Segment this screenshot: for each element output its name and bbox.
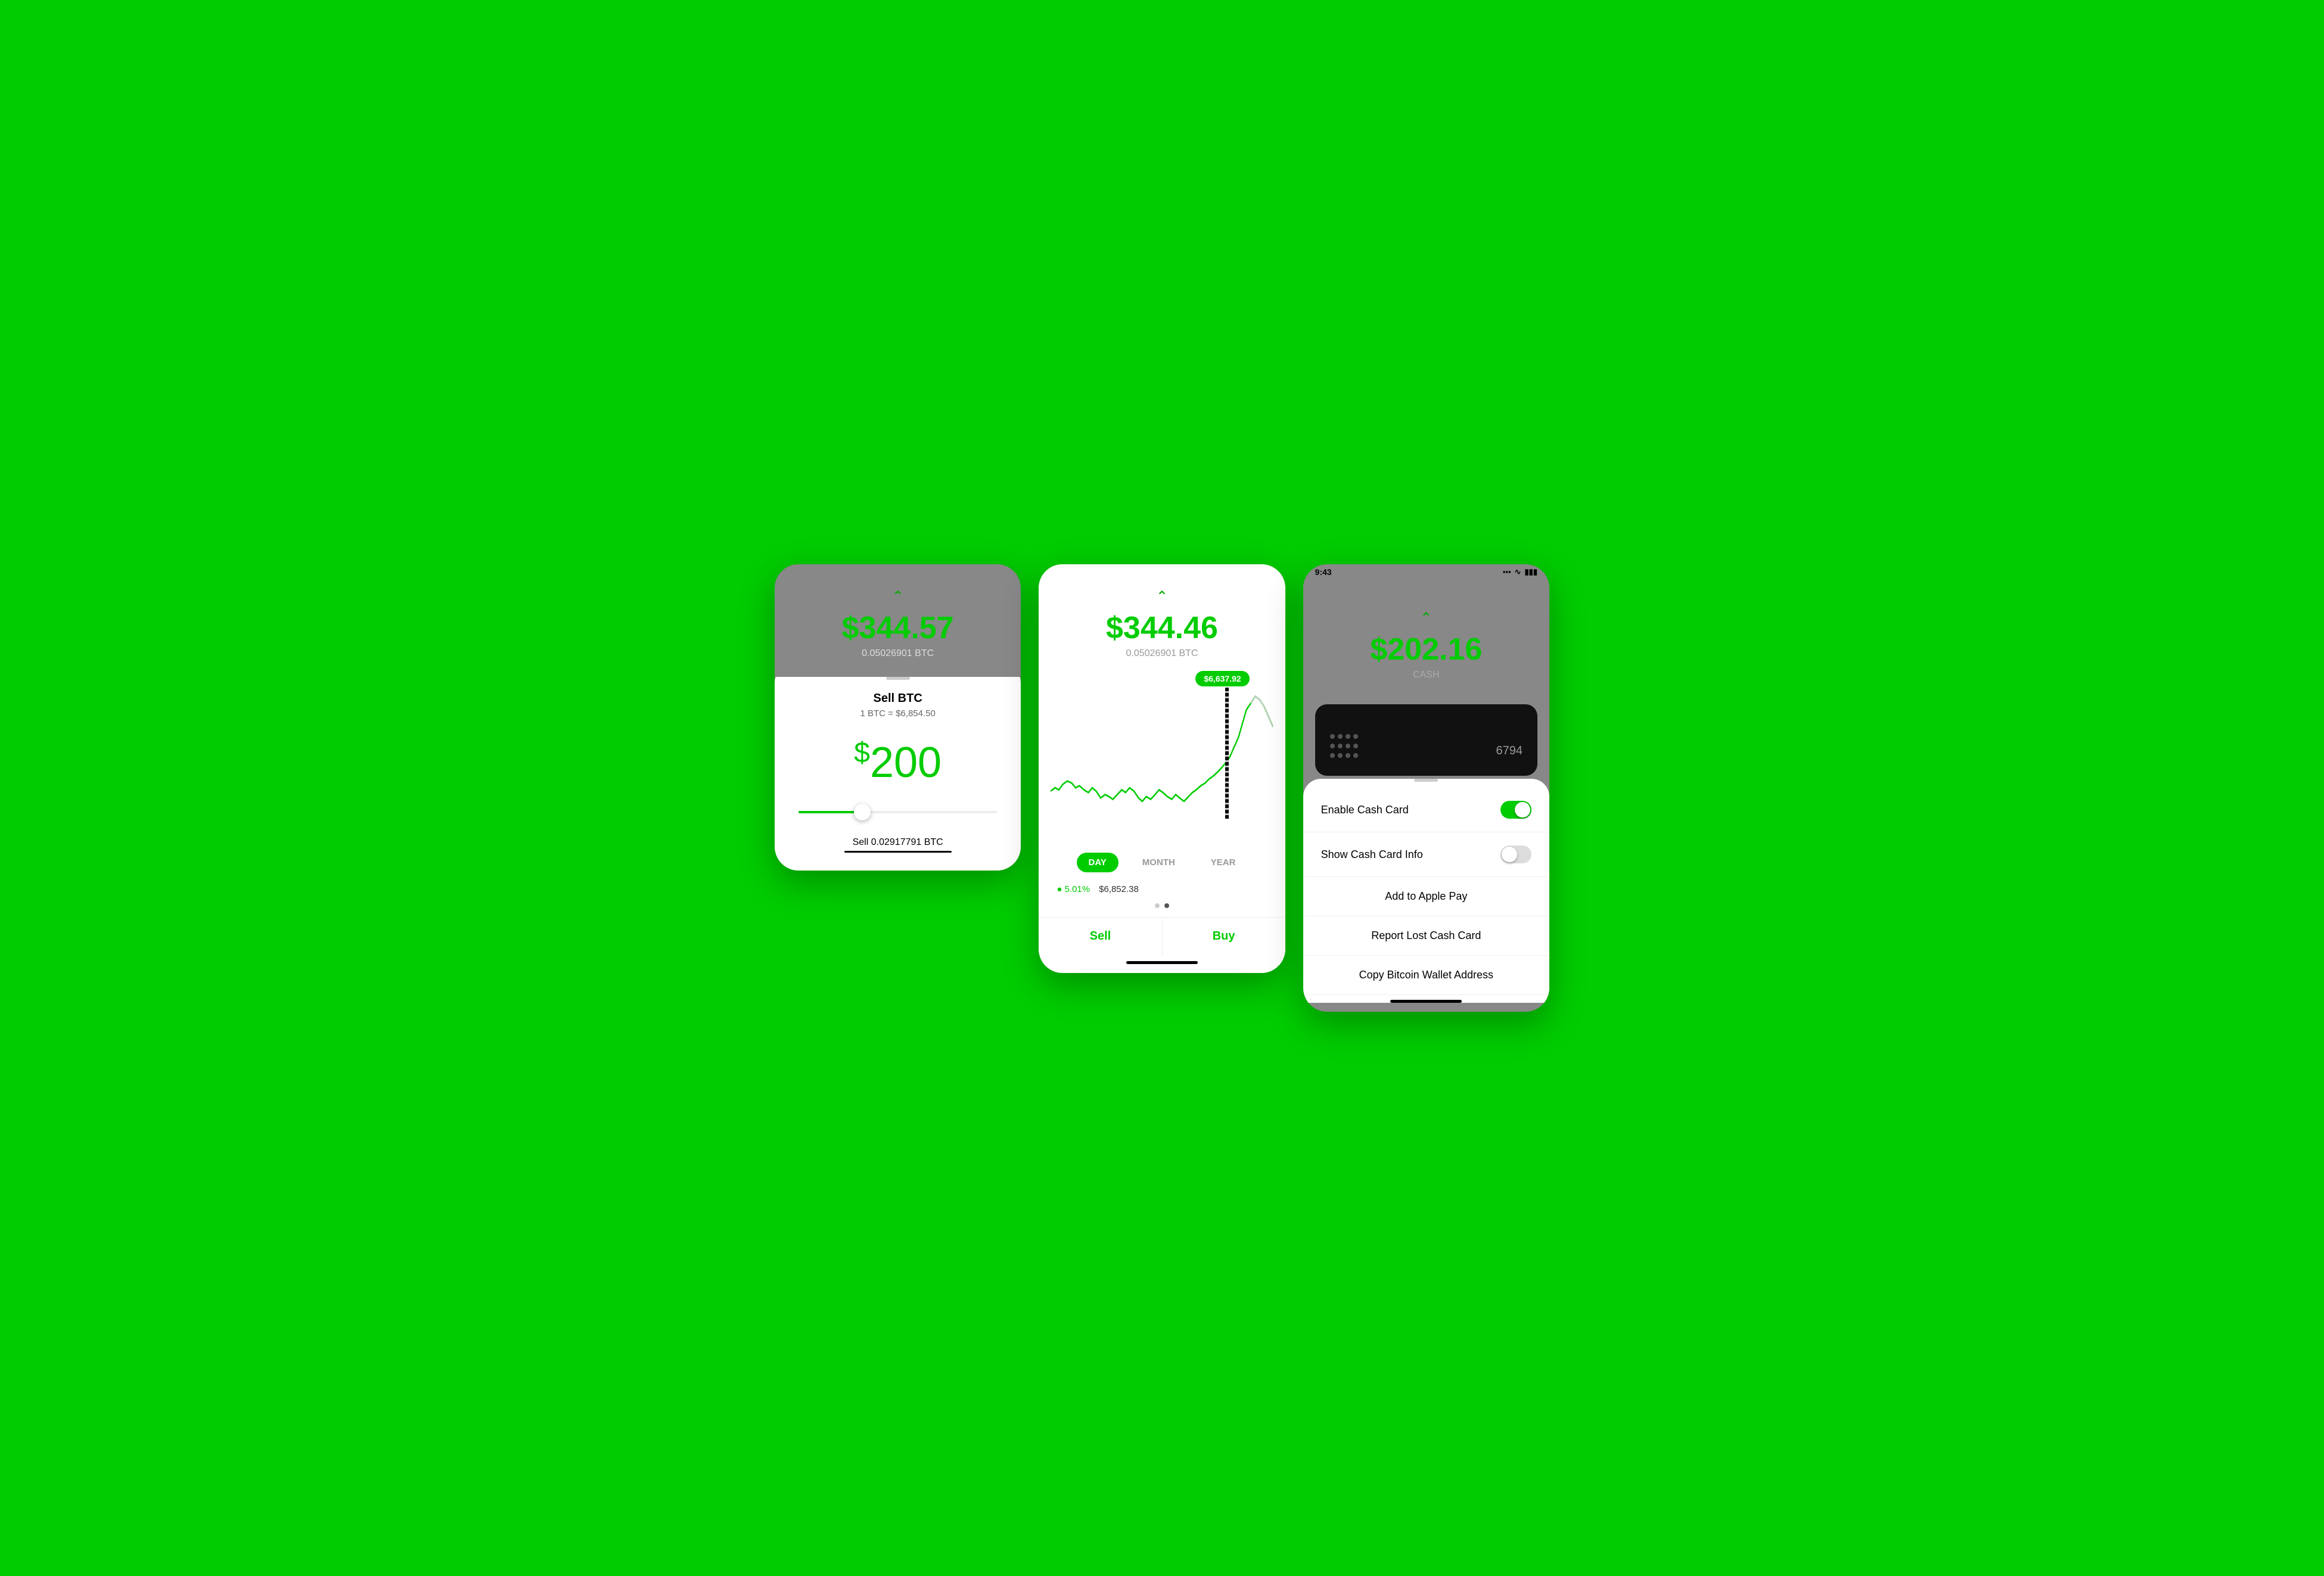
- card-dot: [1338, 753, 1343, 758]
- show-cash-card-info-label: Show Cash Card Info: [1321, 848, 1423, 861]
- dot-1: [1155, 903, 1160, 908]
- status-time: 9:43: [1315, 567, 1332, 577]
- dot-2: [1164, 903, 1169, 908]
- report-lost-card-item[interactable]: Report Lost Cash Card: [1303, 916, 1549, 956]
- screen2-top: ⌃ $344.46 0.05026901 BTC: [1039, 564, 1285, 671]
- screen-btc-chart: ⌃ $344.46 0.05026901 BTC $6,637.92 DAY M…: [1039, 564, 1285, 973]
- sell-bottom-sheet: Sell BTC 1 BTC = $6,854.50 $200 Sell 0.0…: [775, 665, 1021, 871]
- screen3-top: ⌃ $202.16 CASH: [1303, 580, 1549, 692]
- btc-chart-sub: 0.05026901 BTC: [1057, 648, 1267, 659]
- card-dot: [1353, 753, 1358, 758]
- dollar-sign: $: [854, 737, 870, 769]
- add-to-apple-pay-item[interactable]: Add to Apple Pay: [1303, 877, 1549, 916]
- show-cash-card-info-item[interactable]: Show Cash Card Info: [1303, 832, 1549, 877]
- card-dots-3: [1330, 753, 1358, 758]
- sell-title: Sell BTC: [793, 692, 1003, 705]
- enable-cash-card-label: Enable Cash Card: [1321, 804, 1409, 816]
- enable-cash-card-item[interactable]: Enable Cash Card: [1303, 788, 1549, 832]
- report-lost-card-label: Report Lost Cash Card: [1371, 930, 1481, 942]
- current-price: $6,852.38: [1099, 884, 1139, 894]
- card-dot: [1346, 753, 1350, 758]
- sell-btc-underline: [844, 851, 952, 853]
- card-dot: [1353, 744, 1358, 748]
- card-dot: [1353, 734, 1358, 739]
- home-indicator: [1126, 961, 1198, 964]
- chevron-up-icon3[interactable]: ⌃: [1321, 610, 1531, 627]
- slider-track: [799, 811, 997, 813]
- card-dot: [1330, 753, 1335, 758]
- change-pct: ● 5.01%: [1057, 884, 1090, 894]
- cash-card-display: 6794: [1315, 704, 1537, 776]
- slider-fill: [799, 811, 858, 813]
- add-to-apple-pay-label: Add to Apple Pay: [1385, 890, 1467, 903]
- sell-btc-label: Sell 0.02917791 BTC: [793, 831, 1003, 848]
- btc-chart-balance: $344.46: [1057, 611, 1267, 645]
- status-icons: ▪▪▪ ∿ ▮▮▮: [1503, 567, 1537, 577]
- card-dot: [1330, 744, 1335, 748]
- tab-month[interactable]: MONTH: [1130, 853, 1187, 872]
- copy-bitcoin-wallet-label: Copy Bitcoin Wallet Address: [1359, 969, 1493, 981]
- tab-day[interactable]: DAY: [1077, 853, 1118, 872]
- home-bar: [1390, 1000, 1462, 1003]
- copy-bitcoin-wallet-item[interactable]: Copy Bitcoin Wallet Address: [1303, 956, 1549, 995]
- signal-icon: ▪▪▪: [1503, 567, 1511, 576]
- sell-button[interactable]: Sell: [1039, 918, 1162, 955]
- card-dots-1: [1330, 734, 1358, 739]
- cash-label: CASH: [1321, 670, 1531, 680]
- cash-balance: $202.16: [1321, 633, 1531, 667]
- show-cash-card-info-toggle[interactable]: [1500, 845, 1531, 863]
- screen-cash-card: 9:43 ▪▪▪ ∿ ▮▮▮ ⌃ $202.16 CASH: [1303, 564, 1549, 1012]
- status-bar: 9:43 ▪▪▪ ∿ ▮▮▮: [1303, 564, 1549, 580]
- menu-sheet: Enable Cash Card Show Cash Card Info Add…: [1303, 779, 1549, 1003]
- sheet-handle: [886, 677, 910, 680]
- btc-balance-sub: 0.05026901 BTC: [793, 648, 1003, 659]
- card-dot: [1338, 734, 1343, 739]
- btc-chart-svg: [1051, 683, 1273, 832]
- buy-button[interactable]: Buy: [1163, 918, 1285, 955]
- time-tabs: DAY MONTH YEAR: [1039, 844, 1285, 881]
- card-dot: [1346, 734, 1350, 739]
- wifi-icon: ∿: [1515, 567, 1521, 577]
- chart-area: $6,637.92: [1039, 671, 1285, 838]
- sell-amount-display: $200: [793, 736, 1003, 787]
- screens-container: ⌃ $344.57 0.05026901 BTC Sell BTC 1 BTC …: [775, 564, 1549, 1012]
- sell-rate: 1 BTC = $6,854.50: [793, 708, 1003, 719]
- chevron-up-icon2[interactable]: ⌃: [1057, 588, 1267, 605]
- tab-year[interactable]: YEAR: [1199, 853, 1248, 872]
- chart-tooltip: $6,637.92: [1195, 671, 1249, 686]
- slider-thumb[interactable]: [854, 804, 871, 820]
- screen-sell-btc: ⌃ $344.57 0.05026901 BTC Sell BTC 1 BTC …: [775, 564, 1021, 871]
- card-last-digits: 6794: [1496, 744, 1523, 758]
- menu-handle: [1414, 779, 1438, 782]
- action-buttons: Sell Buy: [1039, 917, 1285, 955]
- screen1-top: ⌃ $344.57 0.05026901 BTC: [775, 564, 1021, 677]
- chart-stats: ● 5.01% $6,852.38: [1039, 881, 1285, 903]
- chart-tooltip-line: [1225, 688, 1229, 819]
- card-dot: [1330, 734, 1335, 739]
- btc-balance-amount: $344.57: [793, 611, 1003, 645]
- enable-cash-card-toggle[interactable]: [1500, 801, 1531, 819]
- page-dots: [1039, 903, 1285, 908]
- card-dot: [1346, 744, 1350, 748]
- battery-icon: ▮▮▮: [1525, 567, 1537, 577]
- chevron-up-icon[interactable]: ⌃: [793, 588, 1003, 605]
- card-dot: [1338, 744, 1343, 748]
- sell-amount-value: 200: [870, 739, 942, 787]
- amount-slider-container[interactable]: [793, 811, 1003, 813]
- card-dots-2: [1330, 744, 1358, 748]
